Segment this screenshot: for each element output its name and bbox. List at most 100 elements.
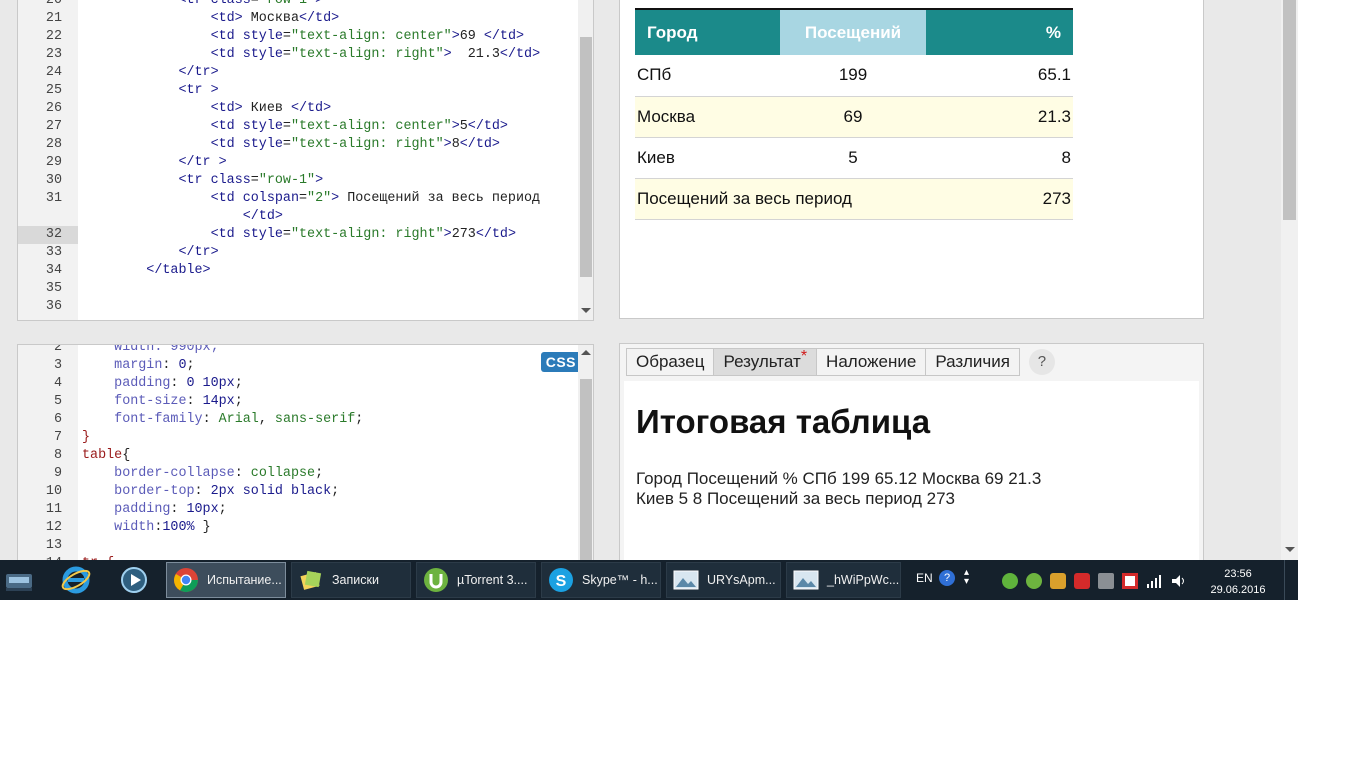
code-line[interactable]: </tr> [82,64,218,82]
code-line[interactable]: <tr class="row-1"> [82,172,323,190]
help-tray-icon[interactable]: ? [939,570,955,586]
taskbar-item[interactable]: _hWiPpWc... [786,562,901,598]
line-number: 2 [53,344,62,355]
battery-tray-icon[interactable] [1122,573,1138,589]
code-line[interactable]: </tr > [82,154,226,172]
signal-tray-icon[interactable] [1146,573,1162,589]
table-header-row: Город Посещений % [635,9,1073,55]
html-vertical-scrollbar[interactable] [578,0,593,320]
css-editor-pane[interactable]: CSS 2 width: 990px; 3 margin: 0; 4 padding… [17,344,594,560]
clock-date: 29.06.2016 [1210,584,1266,596]
code-line[interactable]: } [82,429,90,447]
code-line[interactable]: border-collapse: collapse; [82,465,323,483]
scroll-down-arrow-icon[interactable] [581,308,591,313]
css-vertical-scrollbar[interactable] [578,345,593,560]
code-line[interactable]: table{ [82,447,130,465]
tab-sample[interactable]: Образец [626,348,715,376]
taskbar-item[interactable]: Испытание... [166,562,286,598]
table-total-row: Посещений за весь период 273 [635,178,1073,220]
code-line[interactable]: </td> [82,208,283,226]
taskbar-item-label: Испытание... [207,573,282,587]
media-player-button[interactable] [118,564,150,596]
result-table-wrap: Город Посещений % СПб 199 65.1 Москва 69… [635,8,1073,220]
line-number: 13 [45,538,62,553]
start-button[interactable] [2,564,36,596]
html-editor-pane[interactable]: 20 <tr class="row-1"> 21 <td> Москва</td>… [17,0,594,321]
css-badge: CSS [540,352,581,372]
clock[interactable]: 23:56 29.06.2016 [1200,566,1276,598]
tab-result[interactable]: Результат* [713,348,818,376]
code-line[interactable]: </table> [82,262,210,280]
table-row: СПб 199 65.1 [635,55,1073,97]
show-desktop-button[interactable] [1284,560,1298,600]
taskbar-item-label: µTorrent 3.... [457,573,528,587]
page-vertical-scrollbar[interactable] [1281,0,1298,560]
code-line[interactable]: <td> Москва</td> [82,10,340,28]
cell-visits: 199 [780,55,926,97]
antivirus-tray-icon[interactable] [1074,573,1090,589]
cell-percent: 21.3 [926,96,1073,138]
taskbar-item[interactable]: Записки [291,562,411,598]
security-tray-icon[interactable] [1050,573,1066,589]
line-number: 34 [45,263,62,278]
css-scroll-thumb[interactable] [580,379,592,560]
code-line[interactable]: width:100% } [82,519,210,537]
tab-diff[interactable]: Различия [925,348,1020,376]
page-scroll-down-icon[interactable] [1285,547,1295,552]
preview-content: Итоговая таблица Город Посещений % СПб 1… [624,381,1199,560]
line-number: 30 [45,173,62,188]
code-line[interactable]: <td style="text-align: right">273</td> [82,226,516,244]
html-scroll-thumb[interactable] [580,37,592,277]
code-line[interactable]: <tr > [82,82,218,100]
preview-text-line-1: Город Посещений % СПб 199 65.12 Москва 6… [636,469,1042,488]
ie-button[interactable] [60,564,92,596]
line-number: 27 [45,119,62,134]
code-line[interactable]: </tr> [82,244,218,262]
code-line[interactable]: <td> Киев </td> [82,100,332,118]
code-line[interactable]: border-top: 2px solid black; [82,483,339,501]
skype-icon: S [546,565,576,595]
cell-percent: 8 [926,137,1073,179]
header-city: Город [635,9,780,55]
code-line[interactable]: font-size: 14px; [82,393,243,411]
volume-tray-icon[interactable] [1170,573,1186,589]
code-line[interactable]: font-family: Arial, sans-serif; [82,411,363,429]
line-number: 8 [53,448,62,463]
cell-visits: 5 [780,137,926,179]
code-line[interactable]: <td style="text-align: center">5</td> [82,118,508,136]
line-number: 22 [45,29,62,44]
line-number: 24 [45,65,62,80]
code-line[interactable]: <td colspan="2"> Посещений за весь перио… [82,190,541,208]
line-number: 12 [45,520,62,535]
line-number: 20 [45,0,62,8]
tab-label: Образец [636,352,705,371]
taskbar-item-label: URYsApm... [707,573,776,587]
code-line[interactable]: <td style="text-align: center">69 </td> [82,28,524,46]
code-line[interactable]: width: 990px; [82,345,218,357]
page-scroll-thumb[interactable] [1283,0,1296,220]
taskbar-item[interactable]: URYsApm... [666,562,781,598]
code-line[interactable]: <td style="text-align: right">8</td> [82,136,500,154]
code-line[interactable]: margin: 0; [82,357,194,375]
tray-expand-icon[interactable]: ▴ ▾ [964,568,969,587]
help-button[interactable]: ? [1028,349,1055,375]
tab-overlay[interactable]: Наложение [816,348,927,376]
line-number: 28 [45,137,62,152]
language-indicator[interactable]: EN [916,571,933,585]
evernote-tray-icon[interactable] [1002,573,1018,589]
scroll-up-arrow-icon[interactable] [581,350,591,355]
code-line[interactable]: padding: 10px; [82,501,227,519]
device-tray-icon[interactable] [1098,573,1114,589]
utorrent-tray-icon[interactable] [1026,573,1042,589]
line-number [18,208,78,226]
image-viewer-icon [671,565,701,595]
cell-total-label: Посещений за весь период [635,178,926,220]
header-visits: Посещений [780,9,926,55]
taskbar-item[interactable]: S Skype™ - h... [541,562,661,598]
taskbar-item[interactable]: µTorrent 3.... [416,562,536,598]
line-number: 4 [53,376,62,391]
code-line[interactable]: <tr class="row-1"> [82,0,323,10]
code-line[interactable]: padding: 0 10px; [82,375,243,393]
cell-city: СПб [635,55,780,97]
code-line[interactable]: <td style="text-align: right"> 21.3</td> [82,46,541,64]
